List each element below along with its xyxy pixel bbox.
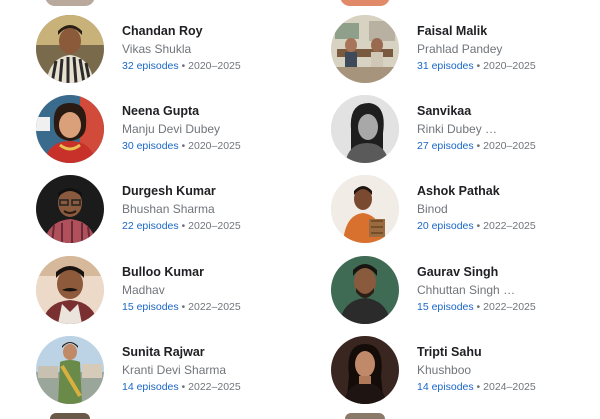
- cast-grid: Chandan Roy Vikas Shukla 32 episodes • 2…: [0, 0, 600, 419]
- character-name: Chhuttan Singh …: [417, 283, 516, 297]
- episode-meta: 27 episodes • 2020–2025: [417, 139, 600, 153]
- years-range: 2022–2025: [483, 301, 536, 313]
- episodes-link[interactable]: 27 episodes: [417, 140, 474, 152]
- avatar[interactable]: [36, 95, 104, 163]
- portrait-man-green-bg-icon: [331, 256, 399, 324]
- partial-avatar-top-left: [45, 0, 95, 6]
- episode-meta: 14 episodes • 2024–2025: [417, 380, 600, 394]
- years-range: 2020–2025: [483, 60, 536, 72]
- character-name: Khushboo: [417, 363, 472, 377]
- meta-separator: •: [473, 140, 484, 152]
- cast-card-tripti-sahu[interactable]: Tripti Sahu Khushboo 14 episodes • 2024–…: [331, 336, 600, 412]
- meta-separator: •: [178, 381, 189, 393]
- character-name: Vikas Shukla: [122, 42, 192, 56]
- episodes-link[interactable]: 14 episodes: [122, 381, 179, 393]
- episode-meta: 14 episodes • 2022–2025: [122, 380, 312, 394]
- cast-card-chandan-roy[interactable]: Chandan Roy Vikas Shukla 32 episodes • 2…: [36, 15, 306, 91]
- episode-meta: 22 episodes • 2020–2025: [122, 219, 312, 233]
- avatar[interactable]: [331, 175, 399, 243]
- cast-card-durgesh-kumar[interactable]: Durgesh Kumar Bhushan Sharma 22 episodes…: [36, 175, 306, 251]
- meta-separator: •: [473, 301, 484, 313]
- portrait-woman-saree-outdoor-icon: [36, 336, 104, 404]
- actor-name[interactable]: Chandan Roy: [122, 23, 312, 39]
- portrait-man-orange-shirt-icon: [331, 175, 399, 243]
- cast-card-bulloo-kumar[interactable]: Bulloo Kumar Madhav 15 episodes • 2022–2…: [36, 256, 306, 332]
- portrait-woman-bw-icon: [331, 95, 399, 163]
- avatar[interactable]: [331, 256, 399, 324]
- cast-card-sunita-rajwar[interactable]: Sunita Rajwar Kranti Devi Sharma 14 epis…: [36, 336, 306, 412]
- episode-meta: 31 episodes • 2020–2025: [417, 59, 600, 73]
- episode-meta: 32 episodes • 2020–2025: [122, 59, 312, 73]
- cast-card-gaurav-singh[interactable]: Gaurav Singh Chhuttan Singh … 15 episode…: [331, 256, 600, 332]
- episode-meta: 30 episodes • 2020–2025: [122, 139, 312, 153]
- avatar[interactable]: [36, 336, 104, 404]
- actor-name[interactable]: Durgesh Kumar: [122, 183, 312, 199]
- episodes-link[interactable]: 14 episodes: [417, 381, 474, 393]
- episode-meta: 15 episodes • 2022–2025: [122, 300, 312, 314]
- actor-name[interactable]: Sunita Rajwar: [122, 344, 312, 360]
- partial-avatar-bottom-right: [345, 413, 385, 419]
- years-range: 2020–2025: [188, 60, 241, 72]
- avatar[interactable]: [331, 336, 399, 404]
- portrait-woman-red-saree-icon: [36, 95, 104, 163]
- actor-name[interactable]: Ashok Pathak: [417, 183, 600, 199]
- character-name: Bhushan Sharma: [122, 202, 215, 216]
- actor-name[interactable]: Sanvikaa: [417, 103, 600, 119]
- actor-name[interactable]: Neena Gupta: [122, 103, 312, 119]
- episodes-link[interactable]: 32 episodes: [122, 60, 179, 72]
- years-range: 2022–2025: [188, 301, 241, 313]
- avatar[interactable]: [331, 95, 399, 163]
- cast-card-ashok-pathak[interactable]: Ashok Pathak Binod 20 episodes • 2022–20…: [331, 175, 600, 251]
- episodes-link[interactable]: 20 episodes: [417, 220, 474, 232]
- years-range: 2022–2025: [188, 381, 241, 393]
- meta-separator: •: [473, 60, 484, 72]
- meta-separator: •: [178, 220, 189, 232]
- years-range: 2020–2025: [188, 140, 241, 152]
- character-name: Madhav: [122, 283, 165, 297]
- actor-name[interactable]: Gaurav Singh: [417, 264, 600, 280]
- portrait-man-striped-shirt-icon: [36, 15, 104, 83]
- episode-meta: 15 episodes • 2022–2025: [417, 300, 600, 314]
- episode-meta: 20 episodes • 2022–2025: [417, 219, 600, 233]
- episodes-link[interactable]: 31 episodes: [417, 60, 474, 72]
- actor-name[interactable]: Tripti Sahu: [417, 344, 600, 360]
- episodes-link[interactable]: 22 episodes: [122, 220, 179, 232]
- episodes-link[interactable]: 15 episodes: [122, 301, 179, 313]
- actor-name[interactable]: Faisal Malik: [417, 23, 600, 39]
- years-range: 2020–2025: [483, 140, 536, 152]
- years-range: 2024–2025: [483, 381, 536, 393]
- meta-separator: •: [178, 301, 189, 313]
- character-name: Rinki Dubey …: [417, 122, 498, 136]
- portrait-office-scene-icon: [331, 15, 399, 83]
- partial-avatar-bottom-left: [50, 413, 90, 419]
- episodes-link[interactable]: 30 episodes: [122, 140, 179, 152]
- meta-separator: •: [178, 60, 189, 72]
- episodes-link[interactable]: 15 episodes: [417, 301, 474, 313]
- years-range: 2022–2025: [483, 220, 536, 232]
- meta-separator: •: [178, 140, 189, 152]
- years-range: 2020–2025: [188, 220, 241, 232]
- character-name: Binod: [417, 202, 448, 216]
- partial-avatar-top-right: [340, 0, 390, 6]
- character-name: Manju Devi Dubey: [122, 122, 221, 136]
- meta-separator: •: [473, 220, 484, 232]
- avatar[interactable]: [36, 256, 104, 324]
- avatar[interactable]: [36, 175, 104, 243]
- actor-name[interactable]: Bulloo Kumar: [122, 264, 312, 280]
- character-name: Prahlad Pandey: [417, 42, 503, 56]
- portrait-man-glasses-icon: [36, 175, 104, 243]
- character-name: Kranti Devi Sharma: [122, 363, 227, 377]
- cast-card-faisal-malik[interactable]: Faisal Malik Prahlad Pandey 31 episodes …: [331, 15, 600, 91]
- portrait-man-mustache-icon: [36, 256, 104, 324]
- cast-card-sanvikaa[interactable]: Sanvikaa Rinki Dubey … 27 episodes • 202…: [331, 95, 600, 171]
- portrait-woman-dark-bg-icon: [331, 336, 399, 404]
- cast-card-neena-gupta[interactable]: Neena Gupta Manju Devi Dubey 30 episodes…: [36, 95, 306, 171]
- meta-separator: •: [473, 381, 484, 393]
- avatar[interactable]: [36, 15, 104, 83]
- avatar[interactable]: [331, 15, 399, 83]
